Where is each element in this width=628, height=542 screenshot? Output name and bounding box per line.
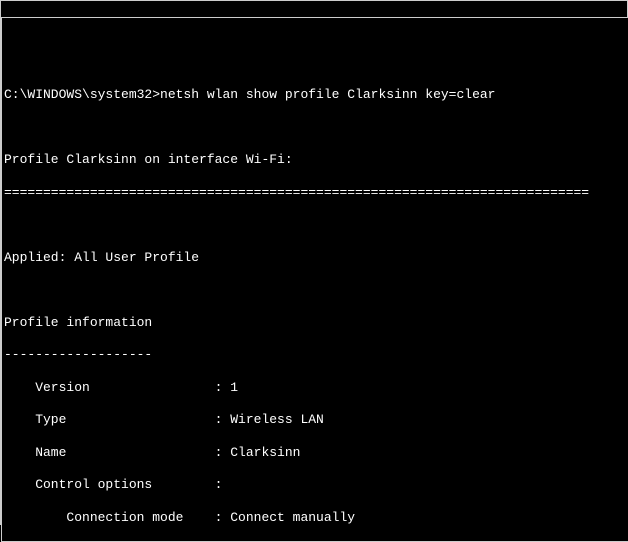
terminal-output[interactable]: C:\WINDOWS\system32>netsh wlan show prof… — [2, 83, 628, 542]
command-text: netsh wlan show profile Clarksinn key=cl… — [160, 87, 495, 102]
row-control-options: Control options : — [4, 477, 626, 493]
row-connection-mode: Connection mode : Connect manually — [4, 510, 626, 526]
row-name: Name : Clarksinn — [4, 445, 626, 461]
row-version: Version : 1 — [4, 380, 626, 396]
prompt-line: C:\WINDOWS\system32>netsh wlan show prof… — [4, 87, 626, 103]
profile-header: Profile Clarksinn on interface Wi-Fi: — [4, 152, 626, 168]
blank-line — [4, 120, 626, 136]
divider: ========================================… — [4, 185, 626, 201]
prompt-path: C:\WINDOWS\system32> — [4, 87, 160, 102]
section-dashes: ------------------- — [4, 347, 626, 363]
blank-line — [4, 217, 626, 233]
row-type: Type : Wireless LAN — [4, 412, 626, 428]
section-heading: Profile information — [4, 315, 626, 331]
applied-line: Applied: All User Profile — [4, 250, 626, 266]
blank-line — [4, 282, 626, 298]
